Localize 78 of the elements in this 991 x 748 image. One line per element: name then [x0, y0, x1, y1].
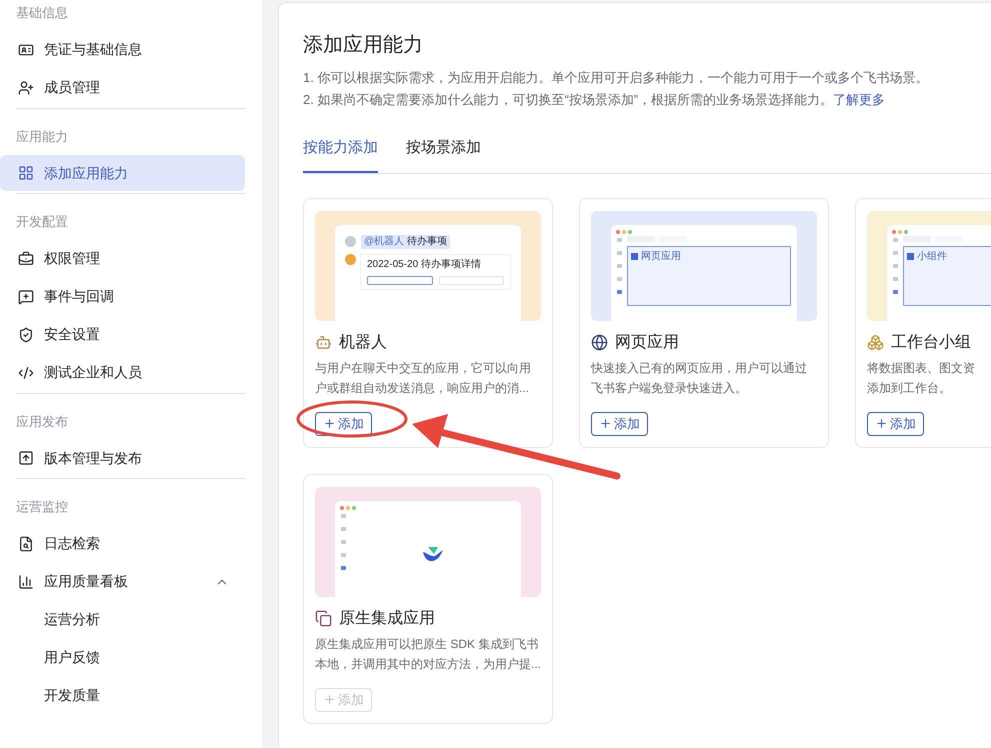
card-description-line: 本地，并调用其中的对应方法，为用户提...: [315, 656, 541, 672]
section-title: 基础信息: [16, 5, 68, 20]
add-button[interactable]: 添加: [591, 412, 648, 436]
sidebar-item[interactable]: 测试企业和人员: [0, 354, 245, 390]
bar-chart-icon: [18, 574, 34, 590]
upload-icon: [18, 450, 34, 466]
section-title: 开发配置: [16, 214, 68, 229]
id-card-icon: [18, 42, 34, 58]
add-user-icon: [18, 80, 34, 96]
plus-icon: [875, 417, 888, 430]
tab[interactable]: 按能力添加: [303, 137, 378, 172]
plus-icon: [323, 417, 336, 430]
app-icon: [892, 276, 898, 280]
card-description-line: 飞书客户端免登录快速进入。: [591, 380, 748, 396]
add-button[interactable]: 添加: [315, 412, 372, 436]
add-button[interactable]: 添加: [867, 412, 924, 436]
app-icon: [892, 250, 898, 254]
card-description-line: 添加到工作台。: [867, 380, 952, 396]
avatar-icon: [345, 236, 356, 247]
sidebar-item[interactable]: 成员管理: [0, 70, 253, 106]
robot-icon: [315, 334, 332, 351]
app-icon: [340, 566, 346, 570]
code-icon: [18, 364, 34, 380]
learn-more-link[interactable]: 了解更多: [833, 92, 886, 107]
app-icon: [892, 290, 898, 294]
card-title: 网页应用: [615, 332, 679, 352]
app-icon: [616, 264, 622, 268]
app-icon: [340, 552, 346, 556]
shield-check-icon: [18, 326, 34, 342]
frame-label: 网页应用: [641, 250, 681, 262]
document-search-icon: [18, 536, 34, 552]
app-icon: [892, 264, 898, 268]
overlapping-squares-icon: [315, 610, 332, 627]
note-text: 1. 你可以根据实际需求，为应用开启能力。单个应用可开启多种能力，一个能力可用于一个或多个飞书场景。: [303, 69, 930, 87]
app-icon: [892, 238, 898, 242]
section-title: 应用发布: [16, 414, 68, 428]
sidebar-item[interactable]: 安全设置: [0, 316, 245, 352]
app-icon: [340, 526, 346, 530]
card-title: 原生集成应用: [339, 608, 435, 628]
tab[interactable]: 按场景添加: [406, 137, 481, 172]
square-icon: [907, 252, 914, 260]
card-description-line: 将数据图表、图文资: [867, 360, 976, 376]
card-title: 工作台小组: [891, 332, 971, 352]
sidebar-subitem[interactable]: 用户反馈: [0, 640, 245, 676]
plus-icon: [599, 417, 612, 430]
sidebar-item[interactable]: 版本管理与发布: [0, 440, 245, 476]
plus-icon: [323, 693, 336, 706]
card-description-line: 户或群组自动发送消息，响应用户的消...: [315, 380, 530, 396]
card-description-line: 快速接入已有的网页应用，用户可以通过: [591, 360, 808, 376]
sidebar-item[interactable]: 日志检索: [0, 526, 245, 562]
bot-avatar-icon: [345, 254, 356, 264]
sidebar-item[interactable]: 事件与回调: [0, 278, 245, 314]
app-icon: [340, 514, 346, 518]
bird-logo-icon: [422, 545, 444, 563]
card-description-line: 原生集成应用可以把原生 SDK 集成到飞书: [315, 636, 540, 652]
app-icon: [616, 250, 622, 254]
app-icon: [340, 540, 346, 544]
section-title: 应用能力: [16, 128, 68, 144]
app-icon: [616, 276, 622, 280]
sidebar-item[interactable]: 凭证与基础信息: [0, 32, 253, 68]
sidebar-subitem[interactable]: 开发质量: [0, 678, 245, 714]
note-text: 2. 如果尚不确定需要添加什么能力，可切换至“按场景添加”，根据所需的业务场景选择能力。了解更多: [303, 91, 886, 109]
sidebar-item[interactable]: 添加应用能力: [0, 155, 245, 191]
page-title: 添加应用能力: [303, 33, 424, 58]
square-icon: [631, 252, 638, 260]
app-icon: [616, 290, 622, 294]
sidebar-subitem[interactable]: 运营分析: [0, 602, 245, 638]
briefcase-icon: [18, 250, 34, 266]
card-description-line: 与用户在聊天中交互的应用，它可以向用: [315, 360, 532, 376]
mention-chip: @机器人 待办事项: [361, 234, 450, 248]
sidebar-item[interactable]: 应用质量看板: [0, 564, 245, 600]
app-icon: [616, 238, 622, 242]
globe-icon: [591, 334, 608, 351]
sidebar-item[interactable]: 权限管理: [0, 240, 245, 276]
section-title: 运营监控: [16, 499, 68, 514]
card-title: 机器人: [339, 332, 387, 352]
frame-label: 小组件: [917, 250, 947, 262]
message-text: 2022-05-20 待办事项详情: [367, 258, 482, 270]
